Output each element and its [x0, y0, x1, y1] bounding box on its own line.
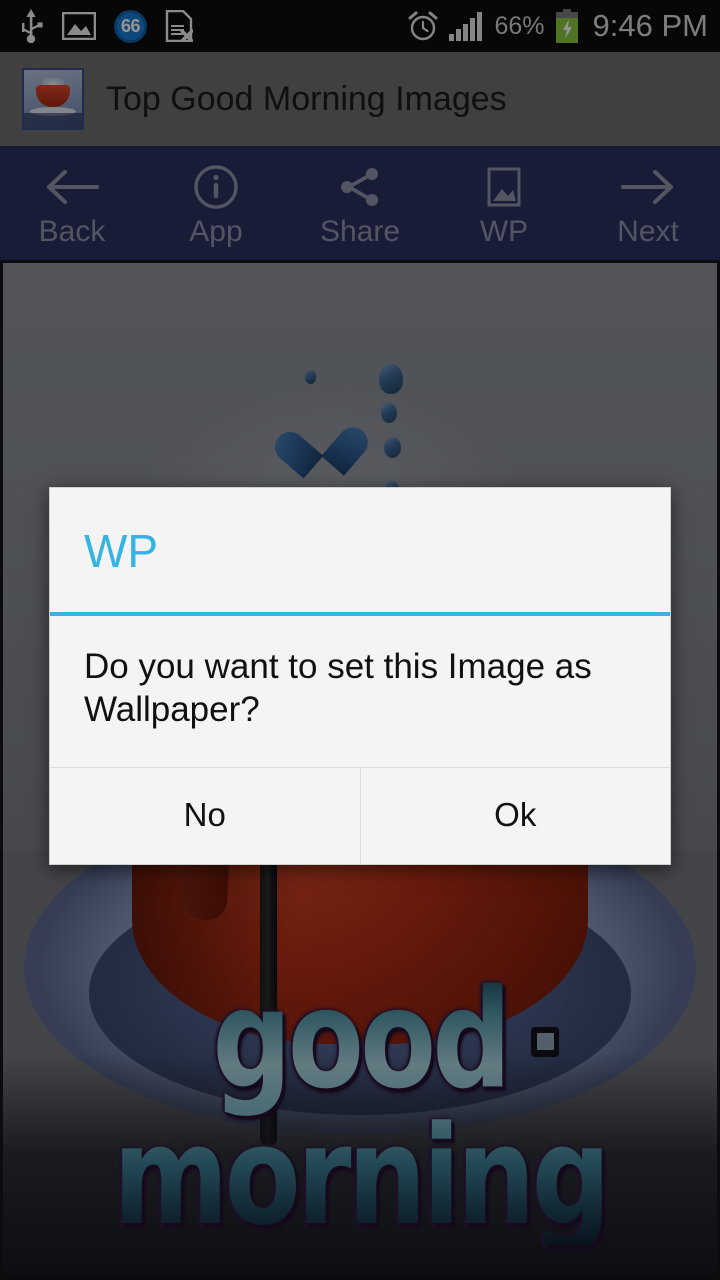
phone-screen: 66 66% 9:46 PM Top Good Morning Images B… [0, 0, 720, 1280]
dialog-button-row: No Ok [50, 767, 670, 865]
dialog-no-button[interactable]: No [50, 768, 360, 865]
wallpaper-confirm-dialog: WP Do you want to set this Image as Wall… [49, 487, 671, 866]
dialog-title-area: WP [50, 488, 670, 612]
dialog-ok-button[interactable]: Ok [359, 768, 670, 865]
dialog-title: WP [84, 525, 159, 577]
dialog-message: Do you want to set this Image as Wallpap… [84, 647, 592, 729]
